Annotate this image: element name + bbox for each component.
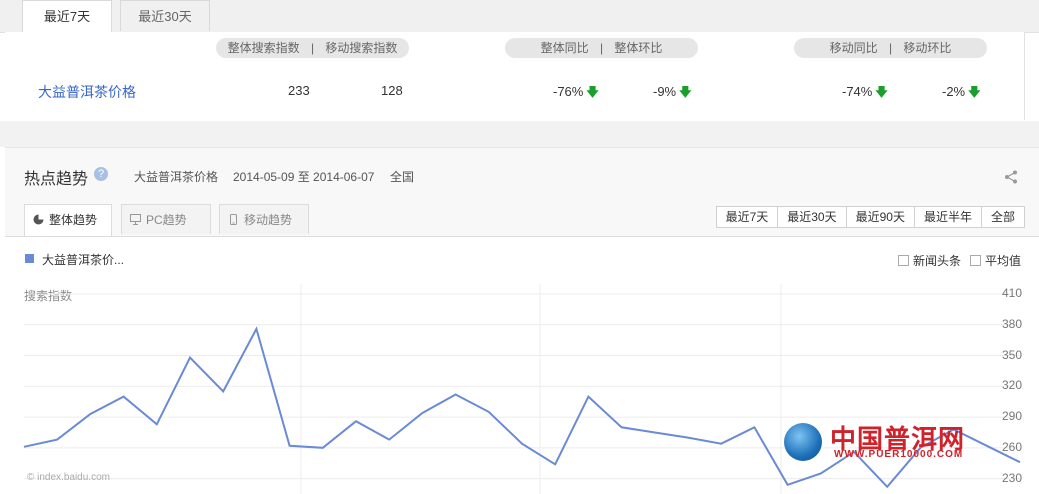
pill-label-mobile-yoy: 移动同比 — [829, 41, 878, 55]
overall-mom-value: -9% 🡇 — [653, 83, 691, 104]
globe-icon — [784, 423, 822, 461]
pill-label-overall-mom: 整体环比 — [614, 41, 663, 55]
range-button-all[interactable]: 全部 — [980, 207, 1024, 227]
down-arrow-icon: 🡇 — [968, 85, 981, 99]
tab-mobile-trend[interactable]: 移动趋势 — [219, 204, 309, 234]
top-tab-bar: 最近7天 最近30天 — [0, 0, 1039, 33]
down-arrow-icon: 🡇 — [679, 85, 692, 99]
tab-last-30-days[interactable]: 最近30天 — [120, 0, 210, 31]
watermark: © index.baidu.com — [27, 472, 110, 483]
section-divider — [0, 121, 1039, 147]
pill-label-mobile-mom: 移动环比 — [903, 41, 952, 55]
mobile-yoy-value: -74% 🡇 — [842, 83, 888, 104]
pill-label-mobile-index: 移动搜索指数 — [325, 41, 398, 55]
trend-keyword: 大益普洱茶价格 — [134, 170, 219, 184]
trend-date-range: 2014-05-09 至 2014-06-07 — [233, 170, 375, 184]
mobile-mom-text: -2% — [942, 84, 966, 99]
y-tick-label: 410 — [1001, 286, 1022, 300]
trend-region: 全国 — [390, 170, 415, 184]
mobile-icon — [230, 214, 237, 225]
mobile-yoy-text: -74% — [842, 84, 873, 99]
tab-overall-trend[interactable]: 整体趋势 — [24, 204, 112, 236]
summary-panel: 整体搜索指数 | 移动搜索指数 整体同比 | 整体环比 移动同比 | 移动环比 … — [5, 32, 1025, 120]
pie-icon — [33, 214, 44, 225]
pill-search-index: 整体搜索指数 | 移动搜索指数 — [216, 38, 409, 58]
logo-url: WWW.PUER10000.COM — [834, 449, 964, 460]
y-tick-label: 230 — [1001, 470, 1022, 485]
series-line[interactable] — [23, 326, 1021, 489]
down-arrow-icon: 🡇 — [875, 85, 888, 99]
trend-title: 热点趋势 — [24, 171, 89, 188]
pill-overall-change: 整体同比 | 整体环比 — [505, 38, 698, 58]
range-button-90d[interactable]: 最近90天 — [845, 207, 914, 227]
y-tick-label: 290 — [1001, 409, 1022, 424]
tab-last-7-days[interactable]: 最近7天 — [22, 0, 112, 33]
overall-yoy-text: -76% — [553, 84, 584, 99]
y-tick-label: 380 — [1001, 316, 1022, 331]
question-icon[interactable]: ? — [94, 167, 108, 181]
share-icon[interactable] — [1005, 170, 1017, 184]
trend-panel: 热点趋势 ? 大益普洱茶价格 2014-05-09 至 2014-06-07 全… — [5, 147, 1039, 494]
tab-pc-trend[interactable]: PC趋势 — [121, 204, 211, 234]
mobile-mom-value: -2% 🡇 — [942, 83, 980, 104]
keyword-link[interactable]: 大益普洱茶价格 — [38, 82, 136, 102]
overall-yoy-value: -76% 🡇 — [553, 83, 599, 104]
tab-overall-trend-label: 整体趋势 — [49, 213, 98, 227]
site-logo: 中国普洱网 WWW.PUER10000.COM — [784, 417, 994, 463]
pill-label-overall-index: 整体搜索指数 — [227, 41, 300, 55]
pill-label-overall-yoy: 整体同比 — [540, 41, 589, 55]
chart-area: 大益普洱茶价... 新闻头条 平均值 搜索指数 410 380 350 320 290 2… — [5, 236, 1039, 494]
tab-pc-trend-label: PC趋势 — [146, 213, 187, 227]
y-tick-label: 260 — [1001, 439, 1022, 454]
mobile-index-value: 128 — [381, 83, 403, 98]
range-button-7d[interactable]: 最近7天 — [717, 207, 778, 227]
range-button-30d[interactable]: 最近30天 — [777, 207, 845, 227]
tab-mobile-trend-label: 移动趋势 — [244, 213, 293, 227]
y-tick-label: 350 — [1001, 347, 1022, 362]
overall-index-value: 233 — [288, 83, 310, 98]
range-button-half-year[interactable]: 最近半年 — [913, 207, 981, 227]
y-tick-label: 320 — [1001, 378, 1022, 393]
pill-separator: | — [599, 41, 604, 55]
range-button-group: 最近7天 最近30天 最近90天 最近半年 全部 — [715, 206, 1025, 228]
pill-mobile-change: 移动同比 | 移动环比 — [794, 38, 987, 58]
overall-mom-text: -9% — [653, 84, 677, 99]
down-arrow-icon: 🡇 — [586, 85, 599, 99]
pill-separator: | — [888, 41, 893, 55]
pill-separator: | — [310, 41, 315, 55]
monitor-icon — [130, 214, 141, 225]
